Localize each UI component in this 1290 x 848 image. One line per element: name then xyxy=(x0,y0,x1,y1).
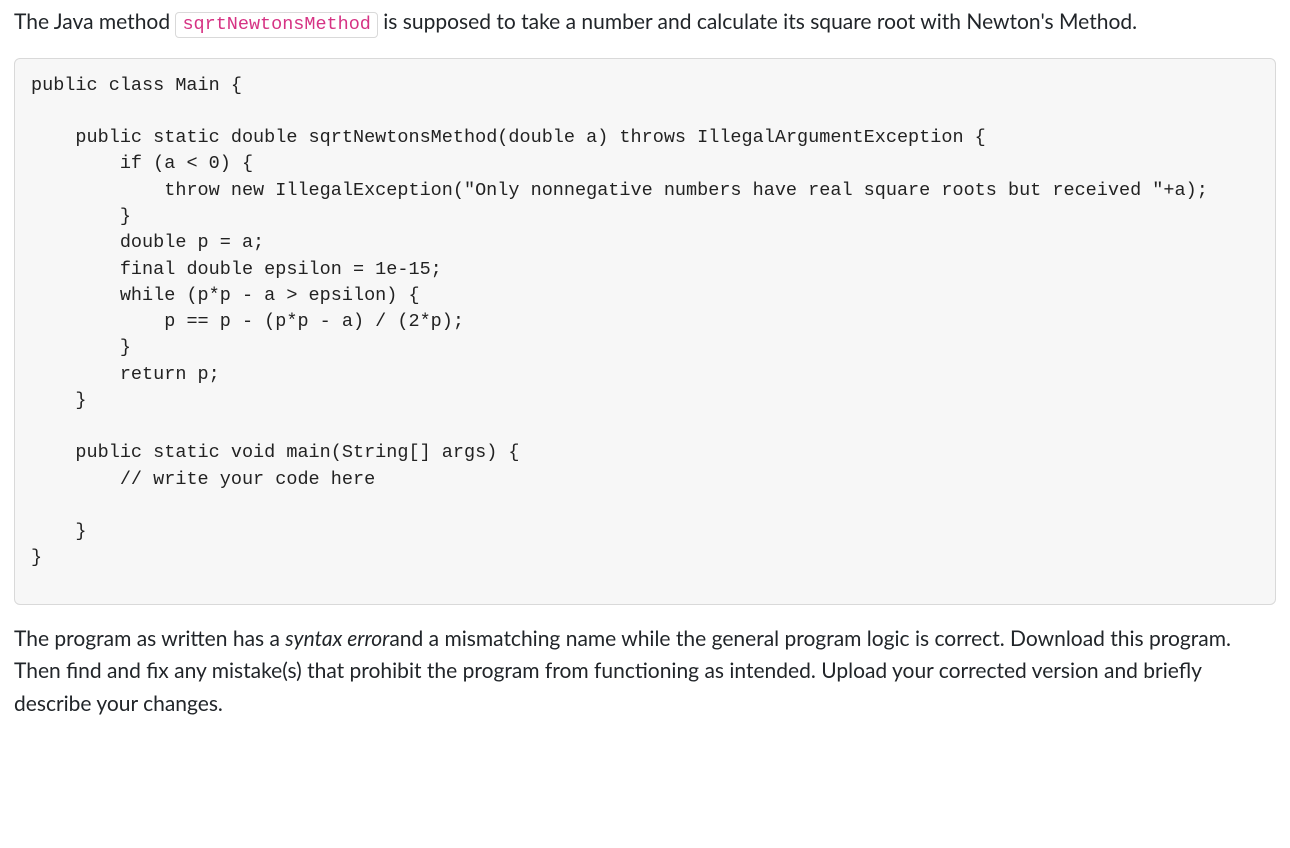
outro-em-syntax-error: syntax error xyxy=(285,626,389,651)
intro-paragraph: The Java method sqrtNewtonsMethod is sup… xyxy=(14,6,1276,40)
intro-text-pre: The Java method xyxy=(14,9,175,34)
outro-text-pre: The program as written has a xyxy=(14,626,285,651)
intro-text-post: is supposed to take a number and calcula… xyxy=(378,9,1137,34)
code-block: public class Main { public static double… xyxy=(14,58,1276,605)
outro-paragraph: The program as written has a syntax erro… xyxy=(14,623,1276,721)
inline-code-method-name: sqrtNewtonsMethod xyxy=(175,12,377,38)
